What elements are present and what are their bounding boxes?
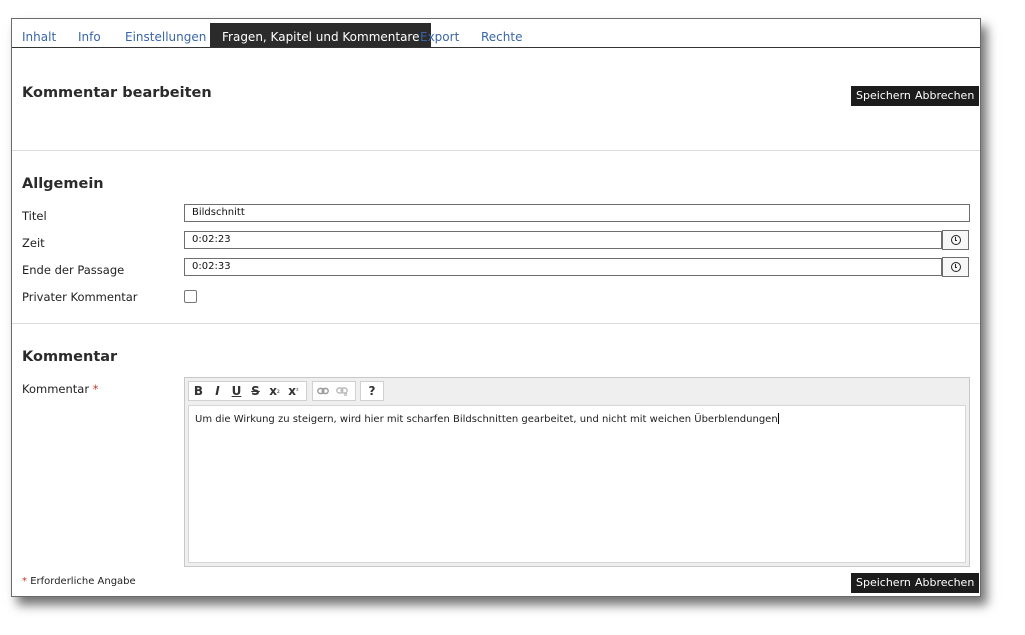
time-input[interactable] bbox=[184, 231, 942, 249]
comment-label-text: Kommentar bbox=[22, 382, 90, 396]
tab-inhalt[interactable]: Inhalt bbox=[22, 23, 56, 47]
link-toolbar-group bbox=[312, 381, 356, 401]
required-note-text: Erforderliche Angabe bbox=[30, 576, 136, 587]
required-marker: * bbox=[22, 576, 27, 587]
divider bbox=[12, 323, 980, 324]
section-title-comment: Kommentar bbox=[22, 349, 118, 365]
cancel-button-bottom[interactable]: Abbrechen bbox=[910, 573, 980, 593]
save-button-top[interactable]: Speichern bbox=[851, 86, 916, 106]
comment-text: Um die Wirkung zu steigern, wird hier mi… bbox=[195, 414, 778, 425]
private-checkbox[interactable] bbox=[184, 290, 197, 303]
subscript-icon[interactable]: x₂ bbox=[265, 382, 284, 400]
bold-icon[interactable]: B bbox=[189, 382, 208, 400]
end-input[interactable] bbox=[184, 258, 942, 276]
divider bbox=[12, 150, 980, 151]
superscript-icon[interactable]: x² bbox=[284, 382, 303, 400]
edit-comment-panel: Inhalt Info Einstellungen Fragen, Kapite… bbox=[11, 18, 981, 597]
comment-label: Kommentar * bbox=[22, 382, 98, 396]
comment-textarea[interactable]: Um die Wirkung zu steigern, wird hier mi… bbox=[188, 405, 966, 563]
unlink-svg bbox=[335, 386, 348, 396]
tab-bar: Inhalt Info Einstellungen Fragen, Kapite… bbox=[12, 19, 980, 48]
rich-text-editor: B I U S x₂ x² ? Um die Wirkung zu steige… bbox=[184, 377, 970, 567]
section-title-general: Allgemein bbox=[22, 176, 104, 192]
tab-rechte[interactable]: Rechte bbox=[481, 23, 522, 47]
strikethrough-icon[interactable]: S bbox=[246, 382, 265, 400]
cancel-button-top[interactable]: Abbrechen bbox=[910, 86, 980, 106]
end-label: Ende der Passage bbox=[22, 263, 125, 277]
time-picker-button[interactable] bbox=[942, 230, 969, 250]
format-toolbar-group: B I U S x₂ x² bbox=[188, 381, 307, 401]
required-marker: * bbox=[92, 382, 99, 396]
superscript-glyph: x bbox=[288, 384, 296, 398]
end-picker-button[interactable] bbox=[942, 257, 969, 277]
italic-icon[interactable]: I bbox=[208, 382, 227, 400]
link-icon[interactable] bbox=[313, 382, 332, 400]
tab-export[interactable]: Export bbox=[420, 23, 459, 47]
private-label: Privater Kommentar bbox=[22, 290, 138, 304]
superscript-mark: ² bbox=[295, 387, 299, 395]
subscript-glyph: x bbox=[269, 384, 277, 398]
subscript-mark: ₂ bbox=[276, 387, 280, 395]
help-toolbar-group: ? bbox=[360, 381, 384, 401]
tab-fragen-kapitel-kommentare[interactable]: Fragen, Kapitel und Kommentare bbox=[210, 23, 432, 47]
link-svg bbox=[316, 387, 329, 395]
title-input[interactable] bbox=[184, 204, 970, 222]
clock-icon bbox=[950, 235, 961, 245]
tab-einstellungen[interactable]: Einstellungen bbox=[125, 23, 206, 47]
underline-icon[interactable]: U bbox=[227, 382, 246, 400]
required-note: * Erforderliche Angabe bbox=[22, 576, 136, 587]
clock-icon bbox=[950, 262, 961, 272]
time-label: Zeit bbox=[22, 236, 45, 250]
page-title: Kommentar bearbeiten bbox=[22, 85, 212, 101]
title-label: Titel bbox=[22, 209, 47, 223]
help-icon[interactable]: ? bbox=[361, 382, 383, 400]
save-button-bottom[interactable]: Speichern bbox=[851, 573, 916, 593]
unlink-icon[interactable] bbox=[332, 382, 351, 400]
text-caret bbox=[777, 413, 779, 424]
tab-info[interactable]: Info bbox=[78, 23, 101, 47]
